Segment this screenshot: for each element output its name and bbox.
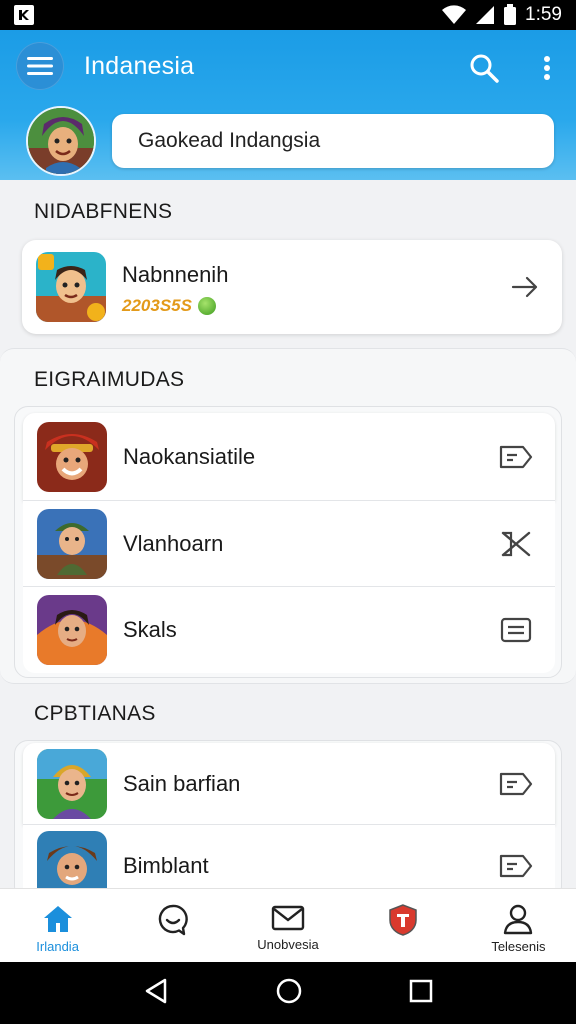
mail-icon: [271, 905, 305, 931]
battery-icon: [504, 4, 517, 25]
item-label: Naokansiatile: [123, 443, 256, 469]
nav-label: Telesenis: [491, 939, 546, 954]
notification-icon: [14, 5, 34, 25]
item-action-button[interactable]: [497, 438, 535, 476]
item-action-button[interactable]: [497, 765, 535, 803]
list-item[interactable]: Sain barfian: [23, 743, 555, 825]
item-label: Skals: [123, 617, 177, 642]
person-icon: [504, 904, 533, 935]
nav-item-profile[interactable]: Telesenis: [461, 889, 576, 962]
menu-button[interactable]: [16, 42, 64, 90]
more-vert-icon: [544, 56, 550, 80]
more-options-button[interactable]: [530, 48, 564, 88]
status-bar: 1:59: [0, 0, 576, 30]
nav-item-shield[interactable]: [346, 889, 461, 962]
recents-icon: [409, 979, 433, 1002]
item-label: Vlanhoarn: [123, 530, 224, 556]
scissors-icon: [501, 531, 531, 556]
featured-score-value: 2203S5S: [122, 296, 192, 315]
item-action-button[interactable]: [497, 847, 535, 885]
item-action-button[interactable]: [497, 611, 535, 649]
circle-home-icon: [276, 978, 302, 1003]
wifi-icon: [442, 5, 467, 25]
list-item[interactable]: Naokansiatile: [23, 413, 555, 501]
chat-icon: [158, 904, 188, 936]
bottom-navigation: Irlandia Unobvesia Telesenis: [0, 888, 576, 962]
search-button[interactable]: [464, 48, 504, 88]
nav-item-home[interactable]: Irlandia: [0, 889, 115, 962]
list-item[interactable]: Vlanhoarn: [23, 501, 555, 587]
system-navigation-bar: [0, 962, 576, 1024]
section-title-games: EIGRAIMUDAS: [34, 368, 185, 391]
item-label: Bimblant: [123, 853, 209, 878]
avatar[interactable]: [26, 106, 96, 176]
hamburger-icon: [27, 57, 53, 75]
section-title-recent: CPBTIANAS: [34, 702, 156, 725]
card-icon: [500, 617, 532, 643]
tag-icon: [499, 854, 533, 878]
item-thumbnail: [37, 421, 107, 492]
shield-icon: [389, 904, 417, 936]
app-header: Indanesia: [0, 30, 576, 180]
arrow-right-icon: [511, 276, 538, 298]
featured-name: Nabnnenih: [122, 262, 229, 287]
arrow-right-button[interactable]: [510, 272, 540, 307]
item-thumbnail: [37, 508, 107, 579]
app-title: Indanesia: [84, 52, 195, 80]
item-label: Sain barfian: [123, 770, 241, 796]
item-action-button[interactable]: [497, 525, 535, 563]
tag-icon: [499, 445, 533, 468]
item-thumbnail: [37, 595, 107, 665]
featured-score: 2203S5S: [122, 296, 216, 316]
section-title-featured: NIDABFNENS: [34, 200, 173, 223]
back-icon: [145, 978, 167, 1003]
list-item[interactable]: Skals: [23, 587, 555, 673]
gem-icon: [197, 297, 216, 315]
search-input[interactable]: [112, 114, 554, 168]
item-thumbnail: [37, 748, 107, 819]
recent-group: Sain barfian Bimblant: [14, 740, 562, 900]
nav-item-mail[interactable]: Unobvesia: [230, 889, 345, 962]
recents-button[interactable]: [409, 979, 433, 1008]
avatar-image: [28, 108, 94, 174]
home-system-button[interactable]: [275, 977, 303, 1010]
back-button[interactable]: [143, 977, 169, 1010]
clock: 1:59: [525, 4, 562, 25]
featured-thumbnail: [36, 252, 106, 322]
games-group: Naokansiatile Vlanhoarn Skals: [14, 406, 562, 678]
nav-label: Unobvesia: [257, 937, 319, 952]
signal-icon: [476, 6, 495, 24]
nav-item-chat[interactable]: [115, 889, 230, 962]
nav-label: Irlandia: [36, 939, 79, 954]
home-icon: [43, 906, 72, 932]
search-icon: [470, 54, 499, 83]
featured-card[interactable]: Nabnnenih 2203S5S: [22, 240, 562, 334]
tag-icon: [499, 772, 533, 795]
